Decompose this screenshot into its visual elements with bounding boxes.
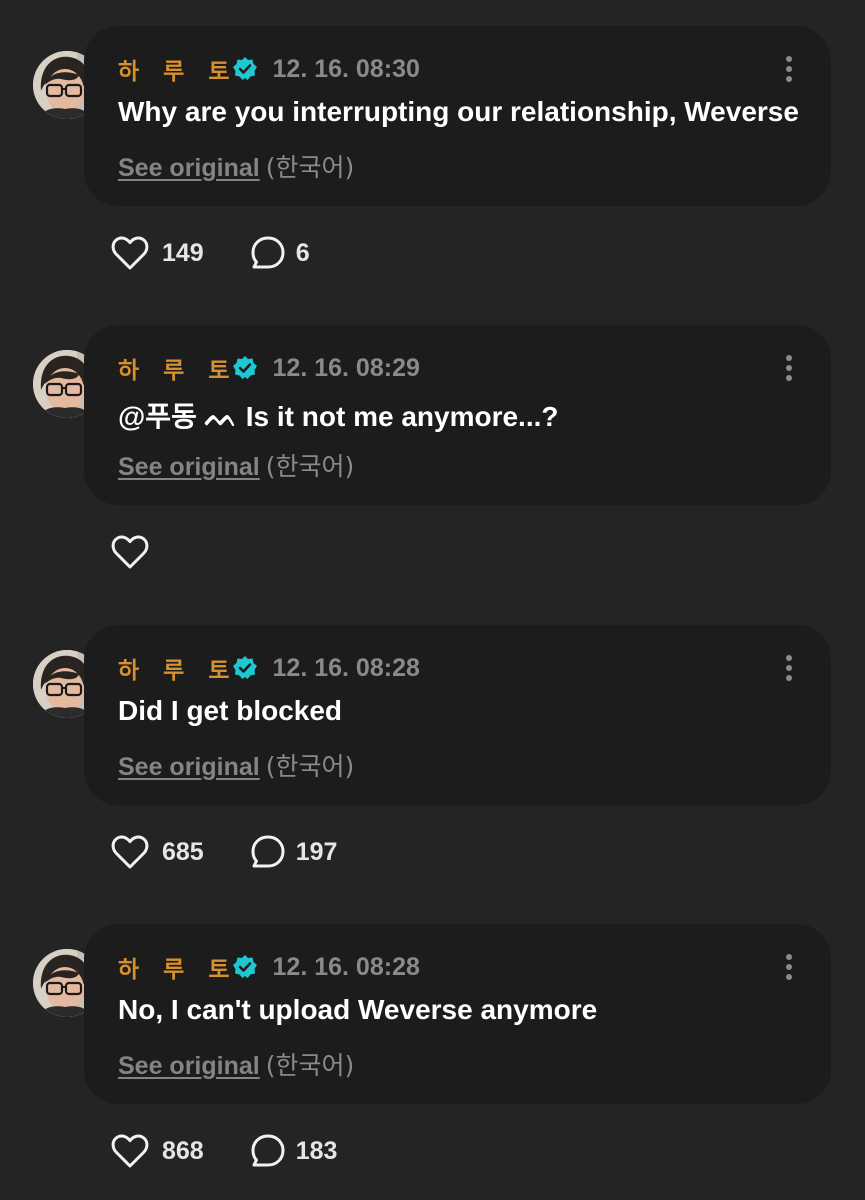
heart-outline-icon bbox=[110, 234, 150, 272]
timestamp: 12. 16. 08:28 bbox=[272, 653, 420, 682]
post: 하 루 토 12. 16. 08:29 @푸동 ᨓ Is it not me a… bbox=[0, 299, 865, 599]
more-vertical-icon[interactable] bbox=[781, 56, 797, 84]
action-bar: 149 6 bbox=[110, 233, 310, 273]
see-original-link[interactable]: See original bbox=[118, 154, 260, 182]
post: 하 루 토 12. 16. 08:28 Did I get blocked Se… bbox=[0, 599, 865, 899]
translation-row: See original (한국어) bbox=[118, 1046, 354, 1082]
see-original-link[interactable]: See original bbox=[118, 1052, 260, 1080]
post: 하 루 토 12. 16. 08:30 Why are you interrup… bbox=[0, 0, 865, 300]
translation-row: See original (한국어) bbox=[118, 747, 354, 783]
heart-outline-icon bbox=[110, 1132, 150, 1170]
speech-bubble-icon bbox=[249, 833, 287, 871]
verified-badge-icon bbox=[232, 655, 258, 681]
original-language: (한국어) bbox=[265, 752, 355, 781]
translation-row: See original (한국어) bbox=[118, 447, 354, 483]
author-name[interactable]: 하 루 토 bbox=[118, 950, 230, 984]
action-bar bbox=[110, 532, 162, 572]
comment-text: No, I can't upload Weverse anymore bbox=[118, 994, 598, 1025]
post: 하 루 토 12. 16. 08:28 No, I can't upload W… bbox=[0, 898, 865, 1198]
comment-text: Why are you interrupting our relationshi… bbox=[118, 96, 799, 127]
author-row: 하 루 토 12. 16. 08:29 bbox=[118, 351, 420, 385]
action-bar: 868 183 bbox=[110, 1131, 337, 1171]
author-row: 하 루 토 12. 16. 08:28 bbox=[118, 950, 420, 984]
author-row: 하 루 토 12. 16. 08:30 bbox=[118, 52, 420, 86]
comment-button[interactable]: 197 bbox=[249, 833, 338, 871]
more-vertical-icon[interactable] bbox=[781, 355, 797, 383]
comment-bubble: 하 루 토 12. 16. 08:28 Did I get blocked Se… bbox=[84, 625, 831, 805]
comment-text: Did I get blocked bbox=[118, 695, 343, 726]
comment-count: 6 bbox=[295, 238, 310, 267]
author-name[interactable]: 하 루 토 bbox=[118, 52, 230, 86]
comment-count: 197 bbox=[295, 837, 338, 866]
comment-button[interactable]: 183 bbox=[249, 1132, 338, 1170]
comment-bubble: 하 루 토 12. 16. 08:30 Why are you interrup… bbox=[84, 26, 831, 206]
like-button[interactable] bbox=[110, 533, 162, 571]
comment-text: @푸동 ᨓ Is it not me anymore...? bbox=[118, 401, 559, 432]
original-language: (한국어) bbox=[265, 153, 355, 182]
more-vertical-icon[interactable] bbox=[781, 954, 797, 982]
like-count: 685 bbox=[162, 837, 204, 866]
verified-badge-icon bbox=[232, 954, 258, 980]
action-bar: 685 197 bbox=[110, 832, 337, 872]
like-button[interactable]: 685 bbox=[110, 833, 204, 871]
author-name[interactable]: 하 루 토 bbox=[118, 351, 230, 385]
comment-bubble: 하 루 토 12. 16. 08:29 @푸동 ᨓ Is it not me a… bbox=[84, 325, 831, 505]
translation-row: See original (한국어) bbox=[118, 148, 354, 184]
verified-badge-icon bbox=[232, 355, 258, 381]
timestamp: 12. 16. 08:29 bbox=[272, 353, 420, 382]
like-count: 868 bbox=[162, 1136, 204, 1165]
author-row: 하 루 토 12. 16. 08:28 bbox=[118, 651, 420, 685]
heart-outline-icon bbox=[110, 533, 150, 571]
see-original-link[interactable]: See original bbox=[118, 453, 260, 481]
like-button[interactable]: 868 bbox=[110, 1132, 204, 1170]
comment-button[interactable]: 6 bbox=[249, 234, 310, 272]
timestamp: 12. 16. 08:28 bbox=[272, 952, 420, 981]
author-name[interactable]: 하 루 토 bbox=[118, 651, 230, 685]
like-count: 149 bbox=[162, 238, 204, 267]
heart-outline-icon bbox=[110, 833, 150, 871]
like-button[interactable]: 149 bbox=[110, 234, 204, 272]
timestamp: 12. 16. 08:30 bbox=[272, 54, 420, 83]
comment-count: 183 bbox=[295, 1136, 338, 1165]
more-vertical-icon[interactable] bbox=[781, 655, 797, 683]
see-original-link[interactable]: See original bbox=[118, 753, 260, 781]
verified-badge-icon bbox=[232, 56, 258, 82]
speech-bubble-icon bbox=[249, 234, 287, 272]
speech-bubble-icon bbox=[249, 1132, 287, 1170]
comment-bubble: 하 루 토 12. 16. 08:28 No, I can't upload W… bbox=[84, 924, 831, 1104]
original-language: (한국어) bbox=[265, 1051, 355, 1080]
original-language: (한국어) bbox=[265, 452, 355, 481]
